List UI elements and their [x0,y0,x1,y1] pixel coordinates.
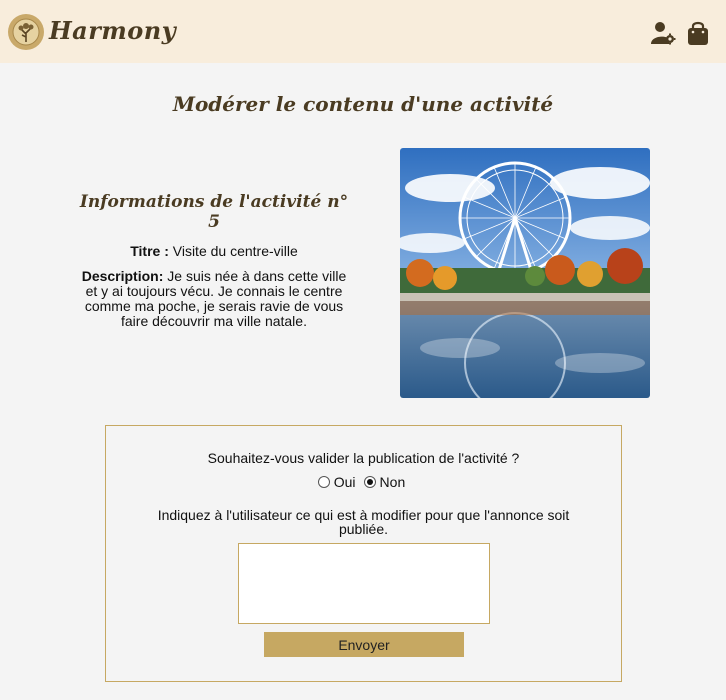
modification-message-input[interactable] [238,543,490,624]
moderation-form: Souhaitez-vous valider la publication de… [105,425,622,682]
modification-instruction: Indiquez à l'utilisateur ce qui est à mo… [157,507,570,537]
title-label: Titre : [130,243,169,259]
radio-oui[interactable] [317,476,330,488]
radio-non[interactable] [363,476,376,488]
activity-description-line: Description: Je suis née à dans cette vi… [78,269,350,329]
activity-title-line: Titre : Visite du centre-ville [78,244,350,259]
page-title: Modérer le contenu d'une activité [172,92,554,116]
user-gear-icon[interactable] [650,20,676,46]
title-value: Visite du centre-ville [172,243,298,259]
description-label: Description: [81,268,164,284]
send-button[interactable]: Envoyer [264,632,464,657]
activity-info: Informations de l'activité n° 5 Titre : … [78,192,350,339]
harmony-logo[interactable] [8,14,44,50]
brand-name[interactable]: Harmony [49,16,176,45]
shopping-bag-icon[interactable] [685,20,711,46]
validation-question: Souhaitez-vous valider la publication de… [207,450,520,466]
radio-non-label[interactable]: Non [380,474,406,490]
activity-heading: Informations de l'activité n° 5 [79,192,349,232]
activity-image [400,148,650,398]
navbar: Harmony [0,0,726,63]
ferris-wheel-photo [400,148,650,398]
validation-radio-group: Oui Non [106,474,621,490]
tree-logo-icon [12,18,40,46]
radio-oui-label[interactable]: Oui [334,474,356,490]
